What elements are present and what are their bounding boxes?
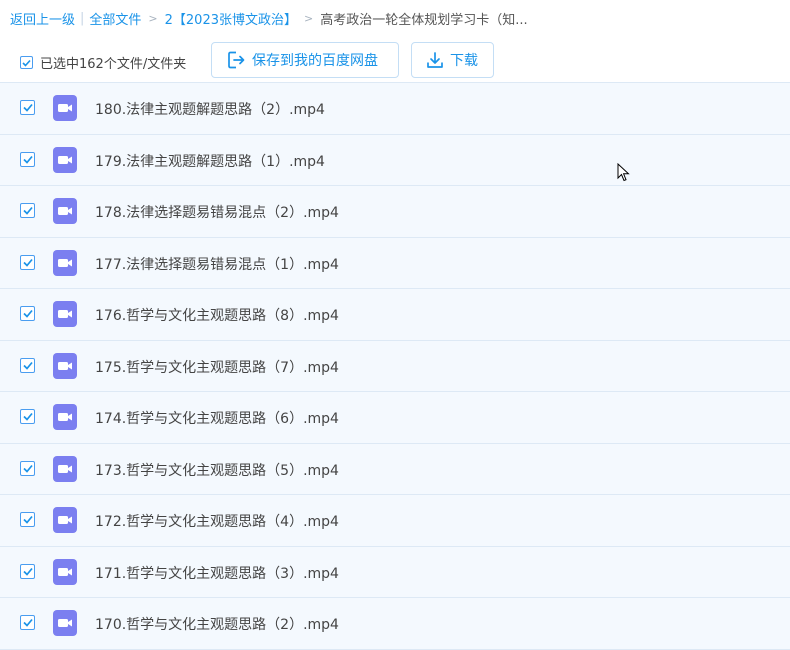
- check-icon: [22, 412, 33, 421]
- file-checkbox[interactable]: [20, 254, 35, 270]
- video-file-icon: [53, 198, 77, 224]
- video-file-icon: [53, 146, 77, 173]
- file-name[interactable]: 176.哲学与文化主观题思路（8）.mp4: [95, 305, 339, 325]
- file-list: 180.法律主观题解题思路（2）.mp4 179.法律主观题解题思路（1）.mp4…: [0, 82, 790, 650]
- file-checkbox[interactable]: [20, 357, 35, 373]
- file-checkbox[interactable]: [20, 151, 35, 167]
- file-name[interactable]: 175.哲学与文化主观题思路（7）.mp4: [95, 357, 339, 377]
- check-icon: [22, 309, 33, 318]
- breadcrumb-divider: |: [80, 10, 85, 26]
- download-icon: [427, 52, 443, 68]
- breadcrumb-arrow-icon: >: [304, 11, 314, 25]
- toolbar: 已选中162个文件/文件夹 保存到我的百度网盘 下载: [0, 42, 790, 78]
- check-icon: [22, 59, 31, 67]
- file-checkbox[interactable]: [20, 615, 35, 630]
- download-button[interactable]: 下载: [411, 42, 494, 78]
- file-name[interactable]: 171.哲学与文化主观题思路（3）.mp4: [95, 563, 339, 583]
- breadcrumb: 返回上一级 | 全部文件 > 2【2023张博文政治】 > 高考政治一轮全体规划…: [10, 8, 528, 28]
- check-icon: [22, 464, 33, 473]
- check-icon: [22, 567, 33, 576]
- file-row[interactable]: 179.法律主观题解题思路（1）.mp4: [0, 134, 790, 186]
- file-checkbox[interactable]: [20, 512, 35, 527]
- file-name[interactable]: 174.哲学与文化主观题思路（6）.mp4: [95, 408, 339, 428]
- breadcrumb-arrow-icon: >: [148, 11, 158, 25]
- video-file-icon: [53, 610, 77, 636]
- file-checkbox[interactable]: [20, 100, 35, 115]
- file-row[interactable]: 170.哲学与文化主观题思路（2）.mp4: [0, 598, 790, 650]
- file-name[interactable]: 178.法律选择题易错易混点（2）.mp4: [95, 202, 339, 222]
- current-folder: 高考政治一轮全体规划学习卡（知...: [320, 12, 528, 28]
- check-icon: [22, 155, 33, 164]
- file-row[interactable]: 177.法律选择题易错易混点（1）.mp4: [0, 237, 790, 289]
- check-icon: [22, 515, 33, 524]
- download-button-label: 下载: [450, 53, 478, 69]
- check-icon: [22, 103, 33, 112]
- save-to-netdisk-button[interactable]: 保存到我的百度网盘: [211, 42, 399, 78]
- file-name[interactable]: 173.哲学与文化主观题思路（5）.mp4: [95, 460, 339, 480]
- file-row[interactable]: 172.哲学与文化主观题思路（4）.mp4: [0, 495, 790, 547]
- video-file-icon: [53, 507, 77, 533]
- file-name[interactable]: 177.法律选择题易错易混点（1）.mp4: [95, 254, 339, 274]
- video-file-icon: [53, 558, 77, 585]
- video-file-icon: [53, 352, 77, 379]
- check-icon: [22, 361, 33, 370]
- check-icon: [22, 618, 33, 627]
- video-file-icon: [53, 455, 77, 482]
- select-all-checkbox[interactable]: [20, 56, 33, 69]
- check-icon: [22, 206, 33, 215]
- selected-count-label: 已选中162个文件/文件夹: [40, 57, 187, 72]
- file-checkbox[interactable]: [20, 460, 35, 476]
- file-name[interactable]: 179.法律主观题解题思路（1）.mp4: [95, 151, 325, 171]
- file-row[interactable]: 178.法律选择题易错易混点（2）.mp4: [0, 186, 790, 238]
- file-checkbox[interactable]: [20, 409, 35, 424]
- save-button-label: 保存到我的百度网盘: [252, 53, 378, 69]
- save-to-disk-icon: [228, 51, 245, 69]
- back-link[interactable]: 返回上一级: [10, 9, 75, 28]
- file-row[interactable]: 176.哲学与文化主观题思路（8）.mp4: [0, 289, 790, 341]
- file-row[interactable]: 174.哲学与文化主观题思路（6）.mp4: [0, 392, 790, 444]
- all-files-link[interactable]: 全部文件: [89, 9, 141, 28]
- file-row[interactable]: 180.法律主观题解题思路（2）.mp4: [0, 83, 790, 135]
- select-all-control[interactable]: 已选中162个文件/文件夹: [20, 53, 186, 72]
- video-file-icon: [53, 301, 77, 327]
- file-row[interactable]: 173.哲学与文化主观题思路（5）.mp4: [0, 443, 790, 495]
- file-checkbox[interactable]: [20, 563, 35, 579]
- file-name[interactable]: 172.哲学与文化主观题思路（4）.mp4: [95, 511, 339, 531]
- file-row[interactable]: 171.哲学与文化主观题思路（3）.mp4: [0, 546, 790, 598]
- video-file-icon: [53, 95, 77, 121]
- file-checkbox[interactable]: [20, 306, 35, 321]
- file-row[interactable]: 175.哲学与文化主观题思路（7）.mp4: [0, 340, 790, 392]
- file-checkbox[interactable]: [20, 203, 35, 218]
- file-name[interactable]: 180.法律主观题解题思路（2）.mp4: [95, 99, 325, 119]
- check-icon: [22, 258, 33, 267]
- video-file-icon: [53, 249, 77, 276]
- video-file-icon: [53, 404, 77, 430]
- folder-link[interactable]: 2【2023张博文政治】: [165, 9, 297, 28]
- file-name[interactable]: 170.哲学与文化主观题思路（2）.mp4: [95, 614, 339, 634]
